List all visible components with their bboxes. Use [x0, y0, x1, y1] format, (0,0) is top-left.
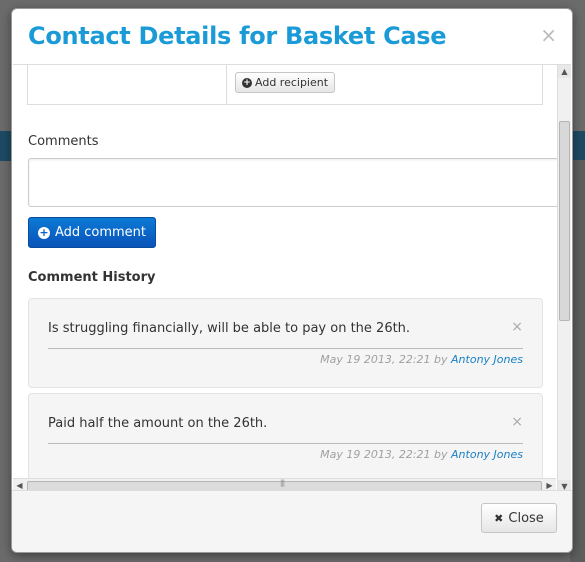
- comment-item: Is struggling financially, will be able …: [28, 298, 543, 388]
- comment-text: Is struggling financially, will be able …: [48, 321, 411, 336]
- add-recipient-label: Add recipient: [255, 76, 329, 89]
- add-recipient-button[interactable]: + Add recipient: [235, 72, 336, 93]
- modal-close-icon[interactable]: ×: [540, 25, 557, 45]
- close-button-label: Close: [508, 510, 544, 526]
- plus-circle-icon: +: [37, 225, 50, 239]
- scroll-up-icon[interactable]: ▲: [558, 65, 571, 78]
- comment-text: Paid half the amount on the 26th.: [48, 416, 268, 431]
- comment-meta: May 19 2013, 22:21 by Antony Jones: [320, 448, 523, 461]
- comment-meta: May 19 2013, 22:21 by Antony Jones: [320, 353, 523, 366]
- vertical-scroll-thumb[interactable]: [559, 121, 570, 321]
- modal-header: Contact Details for Basket Case ×: [12, 9, 572, 65]
- comment-date: May 19 2013, 22:21: [320, 353, 431, 366]
- modal-footer: ✖ Close: [12, 490, 572, 552]
- contact-details-modal: Contact Details for Basket Case × + Add …: [11, 8, 573, 553]
- comment-by: by: [434, 353, 448, 366]
- remove-comment-icon[interactable]: ×: [511, 414, 523, 430]
- comment-author-link[interactable]: Antony Jones: [451, 448, 523, 461]
- vertical-scrollbar[interactable]: ▲ ▼: [557, 65, 571, 492]
- comment-divider: [48, 443, 523, 444]
- x-icon: ✖: [494, 511, 504, 525]
- comments-label: Comments: [28, 134, 99, 149]
- comment-divider: [48, 348, 523, 349]
- add-comment-button[interactable]: + Add comment: [28, 217, 156, 248]
- remove-comment-icon[interactable]: ×: [511, 319, 523, 335]
- comment-by: by: [434, 448, 448, 461]
- modal-title: Contact Details for Basket Case: [28, 22, 447, 50]
- modal-body: + Add recipient Comments + Add comment C…: [13, 64, 571, 492]
- comment-author-link[interactable]: Antony Jones: [451, 353, 523, 366]
- comment-input[interactable]: [28, 158, 562, 207]
- table-divider: [226, 65, 227, 104]
- comment-history-title: Comment History: [28, 270, 156, 285]
- comment-date: May 19 2013, 22:21: [320, 448, 431, 461]
- close-button[interactable]: ✖ Close: [481, 503, 557, 533]
- comment-item: Paid half the amount on the 26th. × May …: [28, 393, 543, 483]
- recipients-table: + Add recipient: [27, 65, 543, 105]
- add-comment-label: Add comment: [54, 225, 147, 240]
- plus-circle-icon: +: [242, 77, 252, 88]
